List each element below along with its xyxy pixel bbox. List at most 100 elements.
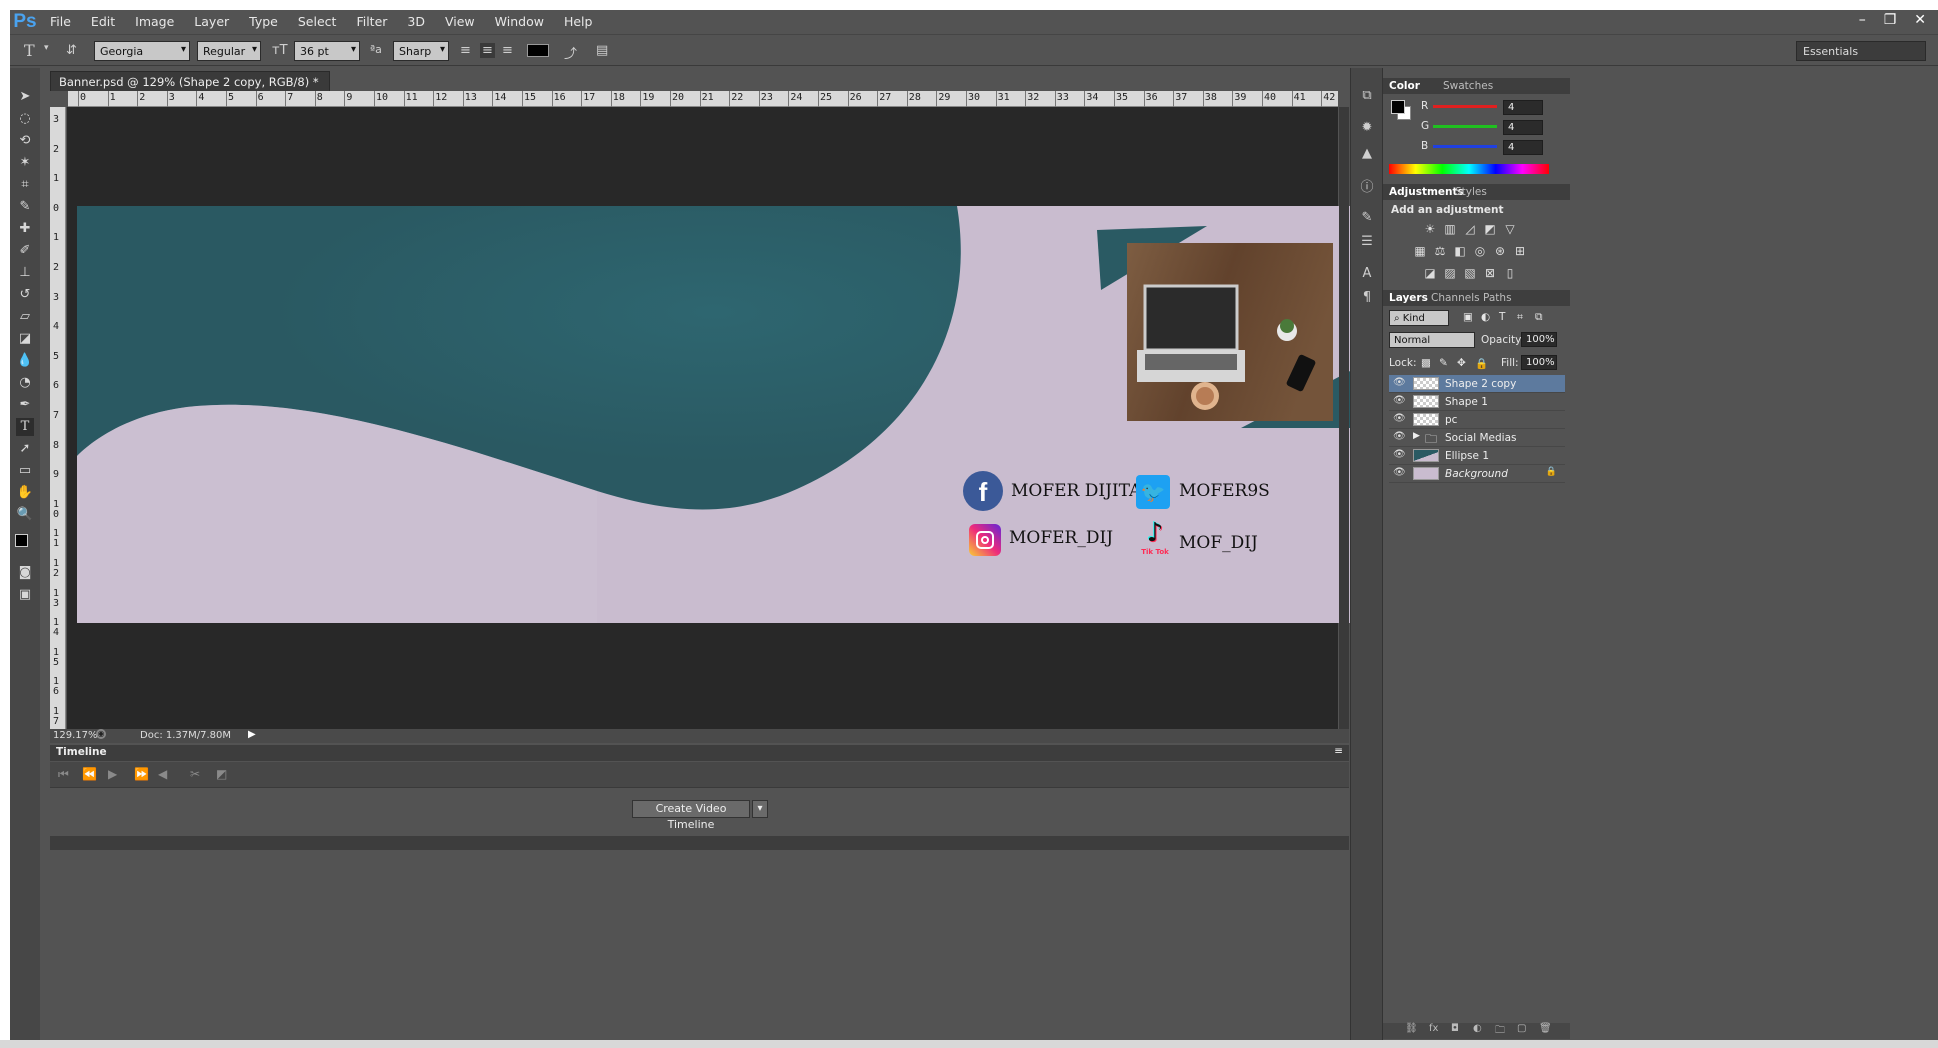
rectangle-tool-icon[interactable]: ▭: [16, 462, 34, 480]
zoom-tool-icon[interactable]: 🔍: [16, 506, 34, 524]
vibrance-icon[interactable]: ▽: [1503, 222, 1517, 236]
menu-window[interactable]: Window: [485, 10, 554, 34]
threshold-icon[interactable]: ▧: [1463, 266, 1477, 280]
new-group-icon[interactable]: 🗀: [1495, 1023, 1505, 1040]
quick-mask-icon[interactable]: ◙: [16, 564, 34, 582]
color-lookup-icon[interactable]: ⊞: [1513, 244, 1527, 258]
properties-panel-icon[interactable]: ✹: [1359, 120, 1375, 136]
expand-group-icon[interactable]: ▶: [1413, 431, 1420, 441]
status-icon[interactable]: ◉: [96, 729, 106, 739]
layer-row[interactable]: 👁 Background 🔒: [1389, 465, 1565, 483]
move-tool-icon[interactable]: ➤: [16, 88, 34, 106]
history-panel-icon[interactable]: ⧉: [1359, 88, 1375, 104]
filter-pixel-icon[interactable]: ▣: [1463, 311, 1473, 323]
lock-image-icon[interactable]: ✎: [1439, 357, 1448, 369]
layer-row[interactable]: 👁 Shape 1: [1389, 393, 1565, 411]
layer-row[interactable]: 👁 ▶ 🗀 Social Medias: [1389, 429, 1565, 447]
visibility-eye-icon[interactable]: 👁: [1393, 377, 1406, 388]
color-balance-icon[interactable]: ⚖: [1433, 244, 1447, 258]
dodge-tool-icon[interactable]: ◔: [16, 374, 34, 392]
tab-color[interactable]: Color: [1389, 80, 1420, 92]
text-orientation-icon[interactable]: ⇵: [66, 43, 77, 58]
lasso-tool-icon[interactable]: ⟲: [16, 132, 34, 150]
tab-paths[interactable]: Paths: [1483, 292, 1512, 304]
screen-mode-icon[interactable]: ▣: [16, 586, 34, 604]
color-spectrum[interactable]: [1389, 164, 1549, 174]
visibility-eye-icon[interactable]: 👁: [1393, 431, 1406, 442]
channel-mixer-icon[interactable]: ⊛: [1493, 244, 1507, 258]
new-adjustment-icon[interactable]: ◐: [1473, 1023, 1482, 1034]
healing-brush-tool-icon[interactable]: ✚: [16, 220, 34, 238]
zoom-level[interactable]: 129.17%: [53, 730, 98, 741]
menu-select[interactable]: Select: [288, 10, 347, 34]
layer-row[interactable]: 👁 Shape 2 copy: [1389, 375, 1565, 393]
type-tool-icon[interactable]: T: [16, 418, 34, 436]
r-value[interactable]: 4: [1503, 100, 1543, 115]
visibility-eye-icon[interactable]: 👁: [1393, 395, 1406, 406]
pen-tool-icon[interactable]: ✒: [16, 396, 34, 414]
status-menu-arrow-icon[interactable]: ▶: [248, 729, 256, 740]
create-video-timeline-button[interactable]: Create Video Timeline: [632, 800, 750, 831]
tab-swatches[interactable]: Swatches: [1443, 80, 1493, 92]
align-right-icon[interactable]: ≡: [502, 43, 513, 58]
filter-type-icon[interactable]: T: [1499, 311, 1505, 323]
banner-canvas[interactable]: f MOFER DIJITAL 🐦 MOFER9S MOFER_DIJ ♪ Ti…: [77, 206, 1393, 623]
eraser-tool-icon[interactable]: ▱: [16, 308, 34, 326]
g-slider[interactable]: [1433, 125, 1497, 128]
split-icon[interactable]: ✂: [190, 767, 200, 781]
menu-layer[interactable]: Layer: [184, 10, 239, 34]
add-mask-icon[interactable]: ◘: [1451, 1023, 1459, 1034]
lock-transparent-icon[interactable]: ▩: [1421, 357, 1431, 369]
filter-adjustment-icon[interactable]: ◐: [1481, 311, 1490, 323]
layer-filter-select[interactable]: ⌕ Kind: [1389, 310, 1449, 326]
text-color-swatch[interactable]: [527, 44, 549, 57]
character-panel-icon[interactable]: A: [1359, 266, 1375, 282]
restore-button[interactable]: ❐: [1884, 12, 1897, 28]
history-brush-tool-icon[interactable]: ↺: [16, 286, 34, 304]
minimize-button[interactable]: –: [1859, 12, 1866, 28]
close-button[interactable]: ✕: [1914, 12, 1926, 28]
document-tab[interactable]: Banner.psd @ 129% (Shape 2 copy, RGB/8) …: [50, 71, 330, 103]
font-family-select[interactable]: Georgia: [94, 41, 190, 61]
g-value[interactable]: 4: [1503, 120, 1543, 135]
brush-tool-icon[interactable]: ✐: [16, 242, 34, 260]
lock-position-icon[interactable]: ✥: [1457, 357, 1466, 369]
paint-bucket-tool-icon[interactable]: ◪: [16, 330, 34, 348]
new-layer-icon[interactable]: ▢: [1517, 1023, 1526, 1034]
menu-image[interactable]: Image: [125, 10, 184, 34]
info-panel-icon[interactable]: ⓘ: [1359, 176, 1375, 195]
previous-frame-icon[interactable]: ⏪: [82, 767, 97, 781]
layer-row[interactable]: 👁 pc: [1389, 411, 1565, 429]
workspace-select[interactable]: Essentials: [1796, 41, 1926, 61]
fill-input[interactable]: 100%: [1521, 355, 1557, 370]
magic-wand-tool-icon[interactable]: ✶: [16, 154, 34, 172]
marquee-tool-icon[interactable]: ◌: [16, 110, 34, 128]
brightness-icon[interactable]: ☀: [1423, 222, 1437, 236]
r-slider[interactable]: [1433, 105, 1497, 108]
histogram-panel-icon[interactable]: ▲: [1359, 146, 1375, 162]
menu-view[interactable]: View: [435, 10, 485, 34]
crop-tool-icon[interactable]: ⌗: [16, 176, 34, 194]
transition-icon[interactable]: ◩: [216, 767, 227, 781]
antialias-select[interactable]: Sharp: [393, 41, 449, 61]
fx-icon[interactable]: fx: [1429, 1023, 1438, 1034]
play-icon[interactable]: ▶: [108, 767, 117, 781]
visibility-eye-icon[interactable]: 👁: [1393, 467, 1406, 478]
brush-panel-icon[interactable]: ✎: [1359, 210, 1375, 226]
photo-filter-icon[interactable]: ◎: [1473, 244, 1487, 258]
selective-color-icon[interactable]: ⊠: [1483, 266, 1497, 280]
first-frame-icon[interactable]: ⏮: [58, 767, 69, 782]
font-size-select[interactable]: 36 pt: [294, 41, 360, 61]
b-value[interactable]: 4: [1503, 140, 1543, 155]
vertical-scrollbar[interactable]: [1339, 107, 1349, 729]
audio-icon[interactable]: ◀: [158, 767, 167, 781]
filter-shape-icon[interactable]: ⌗: [1517, 311, 1523, 324]
warp-text-icon[interactable]: ⤴: [564, 43, 577, 62]
path-selection-tool-icon[interactable]: ➚: [16, 440, 34, 458]
align-center-icon[interactable]: ≡: [480, 43, 495, 58]
opacity-input[interactable]: 100%: [1521, 332, 1557, 347]
link-layers-icon[interactable]: ⛓: [1405, 1023, 1418, 1034]
clone-stamp-tool-icon[interactable]: ⊥: [16, 264, 34, 282]
color-fg-swatch[interactable]: [1391, 100, 1405, 114]
menu-3d[interactable]: 3D: [397, 10, 435, 34]
